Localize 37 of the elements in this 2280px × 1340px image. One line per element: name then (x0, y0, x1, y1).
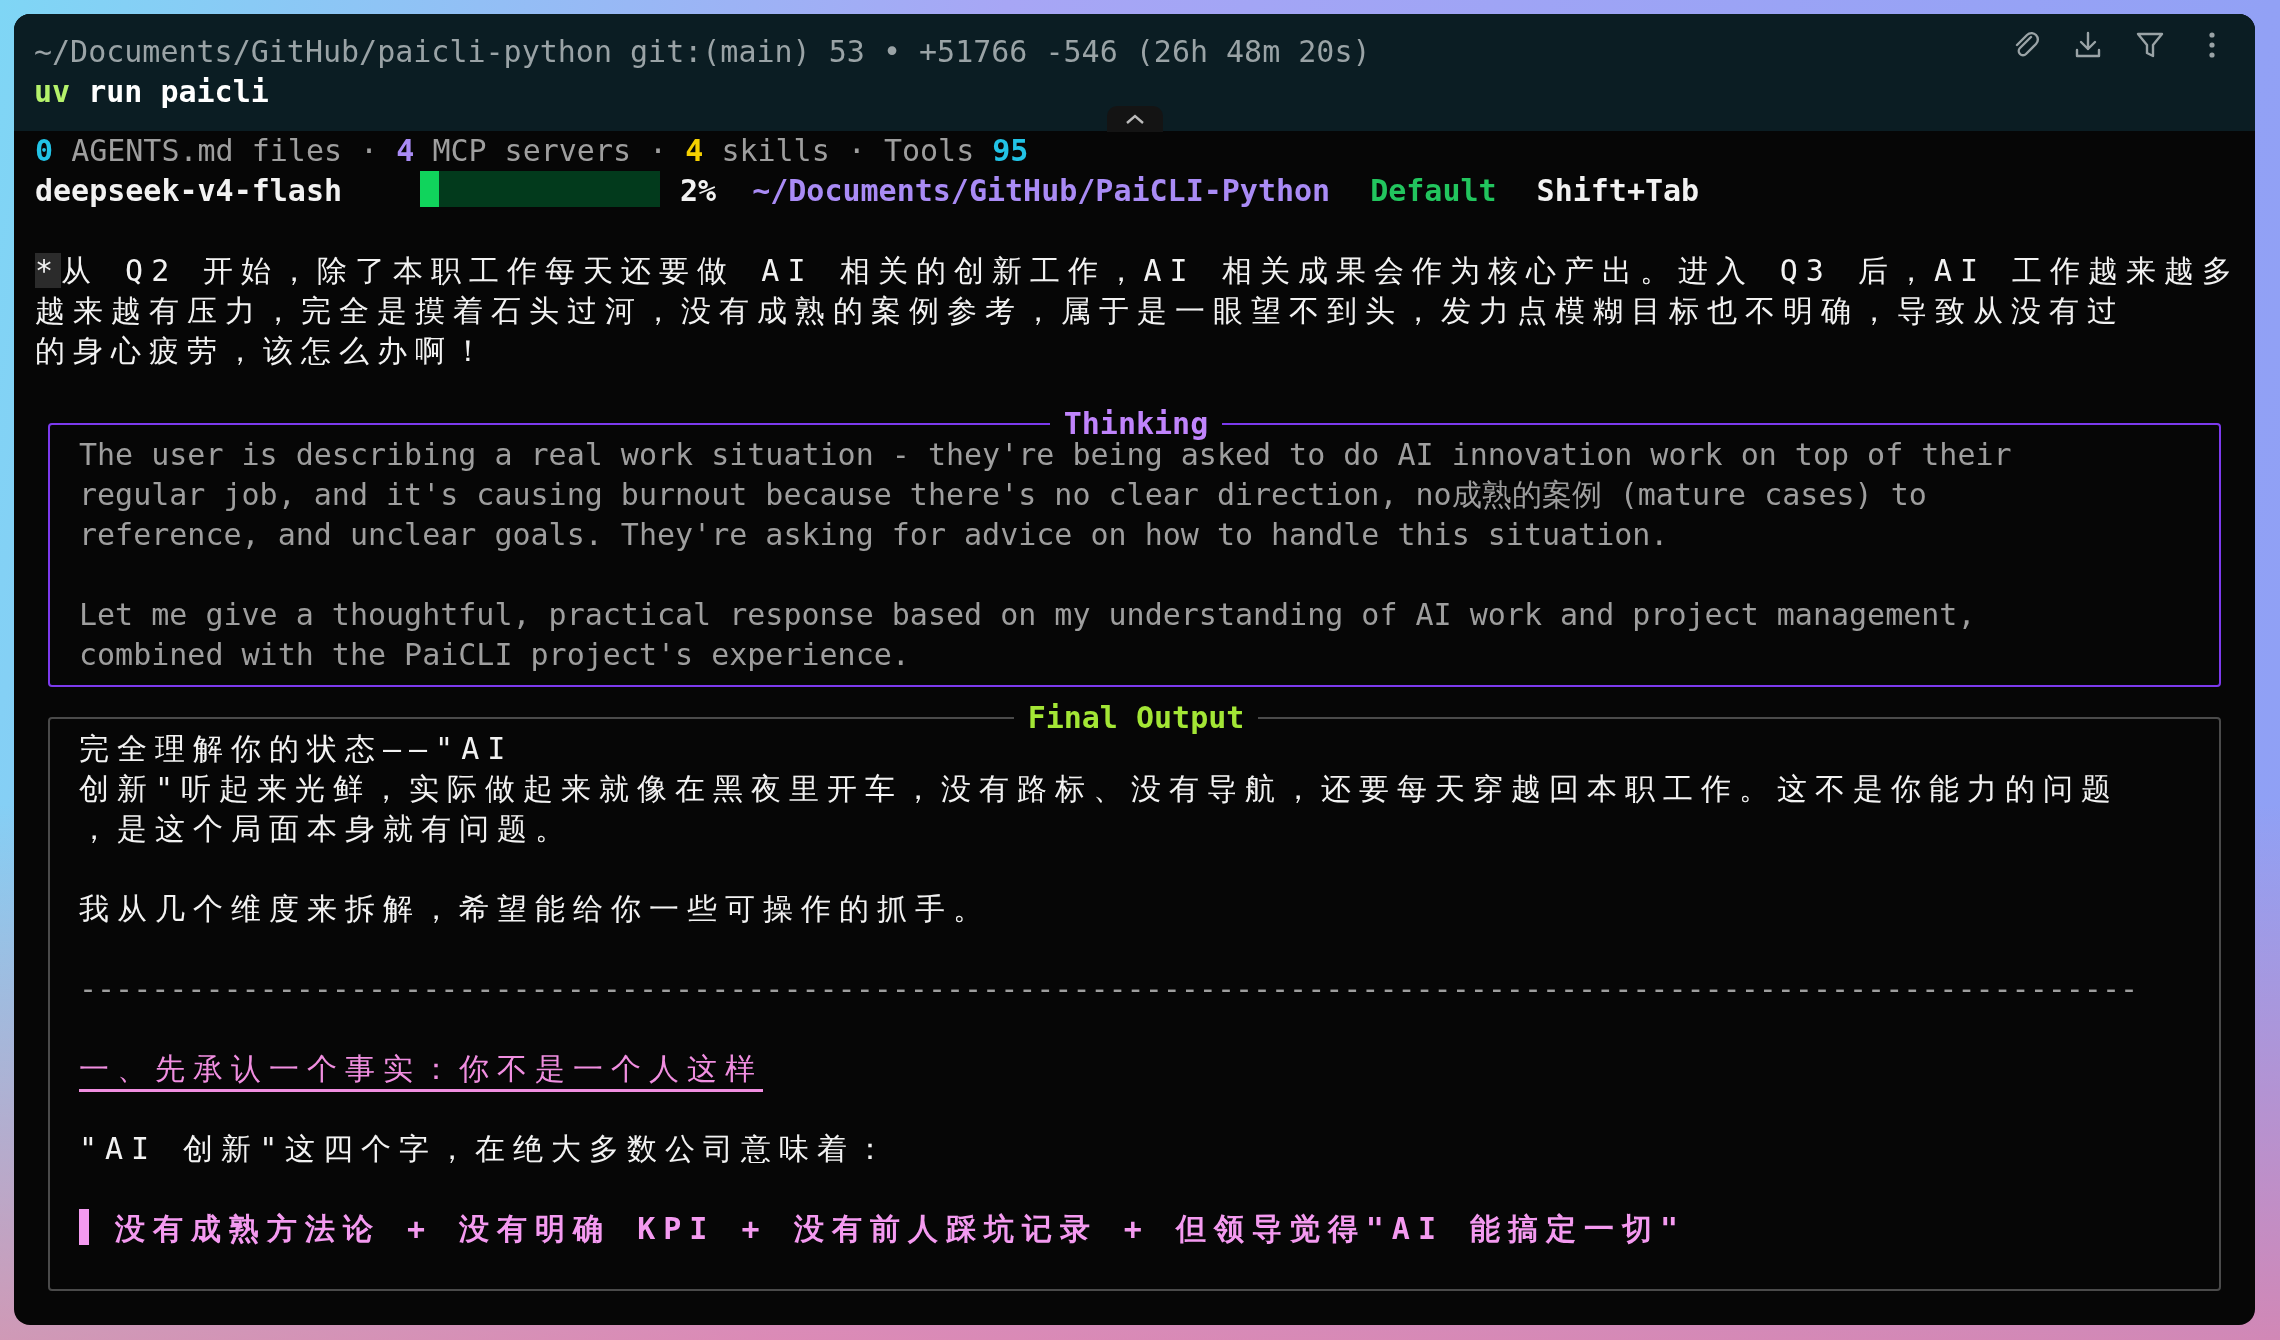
separator-dot: · (648, 133, 669, 168)
context-percent: 2% (680, 173, 717, 208)
user-message-line: 越来越有压力，完全是摸着石头过河，没有成熟的案例参考，属于是一眼望不到头，发力点模糊目标也不明确，导致从没有过 (35, 293, 2125, 328)
thinking-line: Let me give a thoughtful, practical response based on my understanding of AI work and project management, (79, 597, 1976, 632)
stat-count: 95 (992, 133, 1029, 168)
panel-title: Thinking (1062, 409, 1210, 439)
user-message-line: 的身心疲劳，该怎么办啊！ (35, 333, 491, 368)
separator-dot: · (846, 133, 867, 168)
command-line: uv run paicli (34, 74, 269, 109)
output-line: ，是这个局面本身就有问题。 (79, 811, 573, 846)
mode-label: Default (1370, 173, 1497, 208)
output-line: 创新"听起来光鲜，实际做起来就像在黑夜里开车，没有路标、没有导航，还要每天穿越回本职工作。这不是你能力的问题 (79, 771, 2120, 806)
separator-dot: · (359, 133, 380, 168)
stat-label: skills (721, 133, 830, 168)
output-line: 完全理解你的状态——"AI (79, 731, 514, 766)
thinking-line: regular job, and it's causing burnout because there's no clear direction, no成熟的案例 (mature cases) to (79, 477, 1927, 512)
quote-text: 没有成熟方法论 + 没有明确 KPI + 没有前人踩坑记录 + 但领导觉得"AI 能搞定一切" (115, 1211, 1687, 1246)
output-line: "AI 创新"这四个字，在绝大多数公司意味着： (79, 1131, 894, 1166)
dashed-rule: ------------------------------------------------------------------------------------------------------------------ (79, 971, 2138, 1006)
prompt-marker: * (35, 253, 62, 288)
stat-count: 4 (685, 133, 704, 168)
stat-count: 0 (35, 133, 54, 168)
thinking-line: combined with the PaiCLI project's experience. (79, 637, 910, 672)
model-name: deepseek-v4-flash (35, 173, 343, 208)
panel-title: Final Output (1026, 703, 1246, 733)
shortcut-hint: Shift+Tab (1536, 173, 1700, 208)
collapse-button[interactable] (1106, 106, 1163, 132)
thinking-line: reference, and unclear goals. They're asking for advice on how to handle this situation. (79, 517, 1669, 552)
project-path: ~/Documents/GitHub/PaiCLI-Python (752, 173, 1331, 208)
stat-count: 4 (396, 133, 415, 168)
status-line: ~/Documents/GitHub/paicli-python git:(main) 53 • +51766 -546 (26h 48m 20s) (34, 34, 1371, 69)
stat-label: Tools (883, 133, 975, 168)
stat-label: AGENTS.md files (71, 133, 343, 168)
user-message-line: 从 Q2 开始，除了本职工作每天还要做 AI 相关的创新工作，AI 相关成果会作为核心产出。进入 Q3 后，AI 工作越来越多 (61, 253, 2241, 288)
stat-label: MCP servers (432, 133, 632, 168)
output-line: 我从几个维度来拆解，希望能给你一些可操作的抓手。 (79, 891, 991, 926)
quote-bar (79, 1209, 89, 1245)
